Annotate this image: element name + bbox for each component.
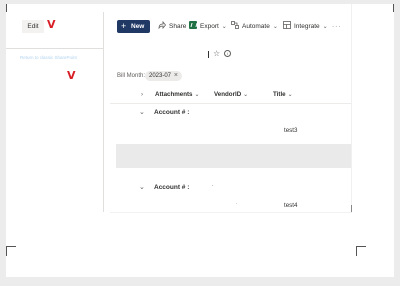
filter-pill[interactable]: 2023-07 × (145, 71, 182, 81)
automate-button[interactable]: Automate ⌄ (231, 20, 278, 33)
group-collapse-chevron-icon[interactable]: ⌄ (139, 183, 145, 191)
plus-icon: + (121, 21, 127, 31)
page: Edit V Return to classic SharePoint V + … (0, 0, 400, 286)
excel-icon (189, 21, 197, 29)
group-header-label: Account # : (154, 184, 190, 191)
list-title (208, 51, 209, 58)
row-title-cell[interactable]: test4 (284, 202, 297, 209)
share-icon (158, 20, 167, 30)
share-label: Share (169, 23, 187, 30)
column-header-label: Title (273, 91, 286, 98)
chevron-down-icon: ⌄ (243, 92, 249, 98)
return-to-classic-link[interactable]: Return to classic SharePoint (20, 55, 77, 60)
column-header-label: VendorID (214, 91, 242, 98)
annotation-mark: V (67, 69, 76, 82)
chevron-down-icon: ⌄ (221, 24, 227, 30)
chevron-down-icon: ⌄ (322, 24, 328, 30)
integrate-button[interactable]: Integrate ⌄ (283, 20, 328, 33)
edit-nav-button[interactable]: Edit (22, 20, 44, 33)
group-collapse-chevron-icon[interactable]: ⌄ (139, 108, 145, 116)
integrate-icon (283, 21, 291, 29)
expand-all-chevron-icon[interactable]: › (141, 91, 143, 98)
integrate-label: Integrate (294, 23, 320, 30)
column-header-title[interactable]: Title ⌄ (273, 91, 293, 98)
chevron-down-icon: ⌄ (272, 24, 278, 30)
row-title-cell[interactable]: test3 (284, 127, 297, 134)
scrollbar-thumb[interactable] (351, 205, 352, 212)
left-nav-pane (6, 12, 104, 212)
header-divider (110, 103, 352, 104)
new-button[interactable]: + New (117, 20, 150, 33)
filter-label: Bill Month: (117, 73, 146, 79)
cell-dot: ˈ (236, 203, 238, 209)
share-button[interactable]: Share (158, 20, 186, 33)
left-nav-divider (6, 48, 104, 49)
new-button-label: New (131, 23, 145, 30)
filter-value: 2023-07 (149, 73, 172, 79)
group-header-label: Account # : (154, 109, 190, 116)
chevron-down-icon: ⌄ (287, 92, 293, 98)
vertical-scrollbar[interactable] (351, 4, 352, 212)
star-icon[interactable]: ☆ (213, 49, 220, 58)
cell-dot (212, 185, 213, 186)
column-header-vendorid[interactable]: VendorID ⌄ (214, 91, 248, 98)
chevron-down-icon: ⌄ (194, 92, 200, 98)
info-icon[interactable]: i (224, 50, 231, 57)
crop-mark-bottom-right (356, 246, 366, 256)
annotation-mark: V (47, 18, 56, 31)
command-bar: + New Share Export ⌄ Automate ⌄ Integrate ⌄… (110, 18, 360, 36)
export-button[interactable]: Export ⌄ (189, 20, 227, 33)
column-header-label: Attachments (155, 91, 193, 98)
column-header-attachments[interactable]: Attachments ⌄ (155, 91, 200, 98)
automate-label: Automate (242, 23, 270, 30)
automate-icon (231, 21, 239, 29)
row-divider (110, 212, 352, 213)
crop-mark-top-left (6, 4, 16, 12)
more-options-button[interactable]: ··· (332, 20, 342, 33)
close-icon[interactable]: × (174, 71, 178, 81)
export-label: Export (200, 23, 219, 30)
crop-mark-bottom-left (6, 246, 16, 256)
crop-mark-top-right (388, 4, 394, 12)
empty-row-band (116, 144, 352, 168)
